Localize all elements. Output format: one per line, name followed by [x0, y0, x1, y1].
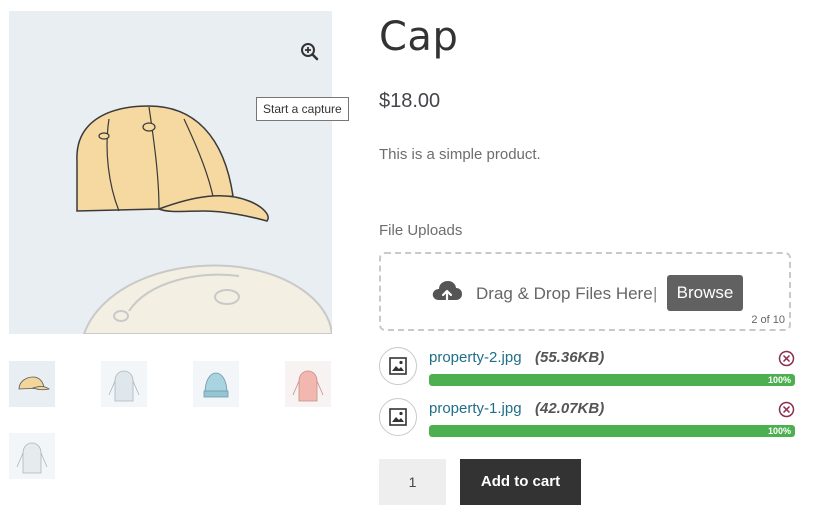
progress-percent: 100% — [767, 375, 791, 385]
remove-file-icon[interactable] — [778, 350, 795, 367]
remove-file-icon[interactable] — [778, 401, 795, 418]
product-price: $18.00 — [379, 90, 441, 112]
uploaded-file-row: property-1.jpg (42.07KB) 100% — [379, 398, 795, 440]
cloud-upload-icon — [432, 281, 462, 304]
upload-progress-bar: 100% — [429, 425, 795, 437]
product-main-image[interactable] — [9, 11, 332, 334]
product-description: This is a simple product. — [379, 146, 541, 163]
progress-percent: 100% — [767, 426, 791, 436]
hoodie-gray-thumbnail-icon — [9, 433, 55, 479]
hoodie-pink-thumbnail-icon — [285, 361, 331, 407]
cap-illustration — [76, 105, 332, 334]
drop-text: Drag & Drop Files Here — [476, 284, 653, 303]
file-uploads-label: File Uploads — [379, 222, 463, 239]
thumbnail-hoodie-light[interactable] — [101, 361, 147, 407]
zoom-in-icon[interactable] — [299, 41, 321, 63]
image-file-icon — [379, 398, 417, 436]
quantity-input[interactable] — [379, 459, 446, 505]
separator: | — [653, 284, 658, 303]
product-title: Cap — [379, 14, 459, 60]
file-name[interactable]: property-2.jpg — [429, 349, 522, 366]
hoodie-thumbnail-icon — [101, 361, 147, 407]
beanie-thumbnail-icon — [193, 361, 239, 407]
thumbnail-hoodie-gray[interactable] — [9, 433, 55, 479]
file-dropzone[interactable]: Drag & Drop Files Here | Browse 2 of 10 — [379, 252, 791, 331]
thumbnail-cap[interactable] — [9, 361, 55, 407]
file-size: (42.07KB) — [535, 400, 605, 417]
file-size: (55.36KB) — [535, 349, 605, 366]
uploaded-file-row: property-2.jpg (55.36KB) 100% — [379, 347, 795, 389]
cap-thumbnail-icon — [9, 361, 55, 407]
progress-fill — [429, 374, 795, 386]
progress-fill — [429, 425, 795, 437]
upload-progress-bar: 100% — [429, 374, 795, 386]
tooltip: Start a capture — [256, 97, 349, 121]
add-to-cart-button[interactable]: Add to cart — [460, 459, 581, 505]
thumbnail-hoodie-pink[interactable] — [285, 361, 331, 407]
browse-button[interactable]: Browse — [667, 275, 743, 311]
image-file-icon — [379, 347, 417, 385]
file-count: 2 of 10 — [751, 314, 785, 326]
file-name[interactable]: property-1.jpg — [429, 400, 522, 417]
thumbnail-beanie[interactable] — [193, 361, 239, 407]
